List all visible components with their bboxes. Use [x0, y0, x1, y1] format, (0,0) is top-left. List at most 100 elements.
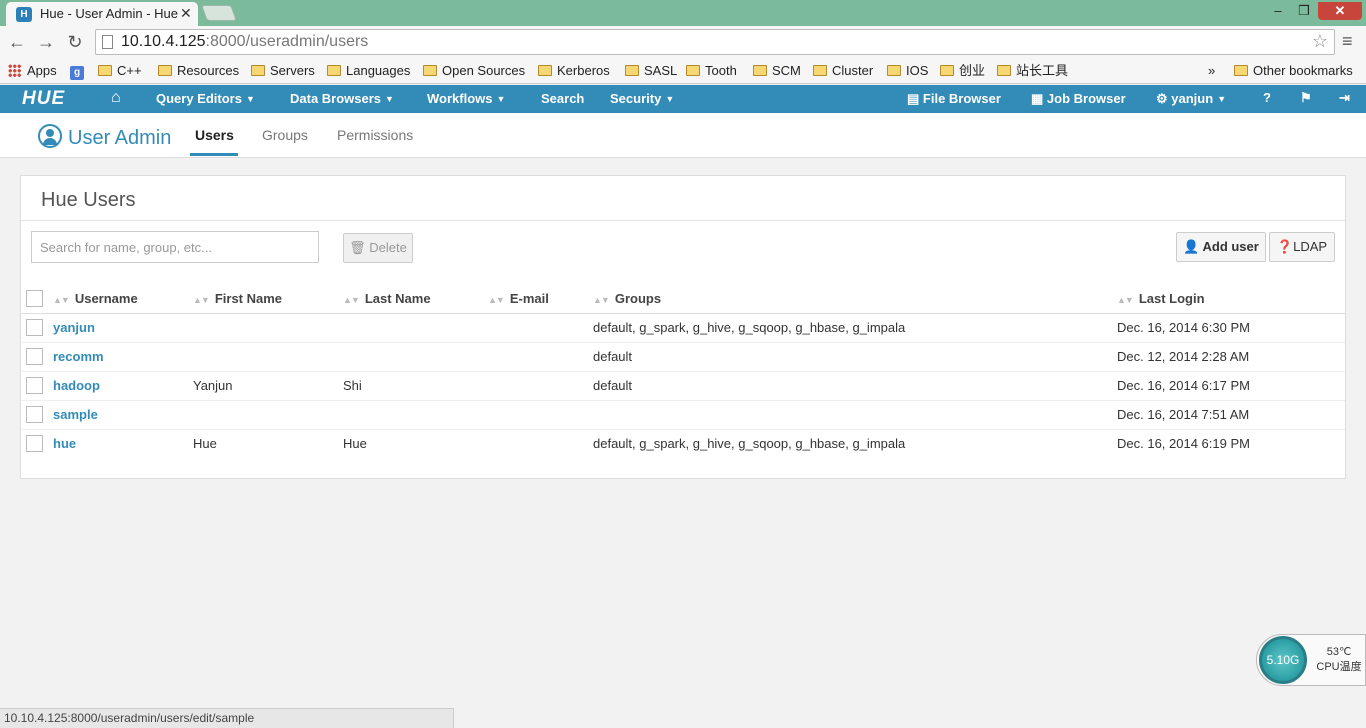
apps-grid-icon	[8, 64, 21, 77]
username-link[interactable]: recomm	[53, 349, 104, 364]
nav-query-editors[interactable]: Query Editors ▼	[156, 91, 255, 106]
ldap-button[interactable]: ❓LDAP	[1269, 232, 1335, 262]
username-link[interactable]: yanjun	[53, 320, 95, 335]
browser-menu-icon[interactable]: ≡	[1342, 31, 1353, 52]
username-link[interactable]: sample	[53, 407, 98, 422]
forward-arrow-icon[interactable]: →	[36, 32, 56, 52]
bookmark-folder-languages[interactable]: Languages	[327, 62, 410, 80]
url-text[interactable]: 10.10.4.125:8000/useradmin/users	[121, 33, 368, 51]
nav-security[interactable]: Security ▼	[610, 91, 674, 106]
folder-icon	[251, 65, 265, 76]
bookmark-apps[interactable]: Apps	[8, 62, 57, 80]
cpu-monitor-widget[interactable]: 5.10G 53℃ CPU温度	[1256, 634, 1366, 686]
tab-groups[interactable]: Groups	[262, 127, 308, 143]
row-checkbox[interactable]	[26, 377, 43, 395]
browser-status-bar: 10.10.4.125:8000/useradmin/users/edit/sa…	[0, 708, 454, 728]
username-cell: hadoop	[53, 371, 193, 401]
sort-icon: ▲▼	[193, 294, 210, 305]
nav-file-browser[interactable]: ▤ File Browser	[907, 91, 1001, 107]
add-user-label: Add user	[1202, 239, 1259, 254]
bookmark-label: Cluster	[832, 63, 874, 78]
row-checkbox[interactable]	[26, 435, 43, 453]
bookmark-folder-tooth[interactable]: Tooth	[686, 62, 737, 80]
bookmark-label: Languages	[346, 63, 411, 78]
bookmark-folder-resources[interactable]: Resources	[158, 62, 239, 80]
hue-logo[interactable]: HUE	[22, 88, 65, 110]
nav-data-browsers[interactable]: Data Browsers ▼	[290, 91, 394, 106]
delete-label: Delete	[369, 240, 407, 255]
email-cell	[488, 371, 593, 401]
browser-tab-strip: H Hue - User Admin - Hue ✕ – ❐ ✕	[0, 0, 1366, 26]
memory-gauge: 5.10G	[1259, 636, 1307, 684]
google-icon: g	[70, 66, 84, 80]
last-login-cell: Dec. 16, 2014 6:17 PM	[1117, 371, 1345, 401]
bookmark-folder-startup[interactable]: 创业	[940, 62, 985, 80]
column-header-last-login[interactable]: ▲▼ Last Login	[1117, 284, 1345, 314]
bookmark-star-icon[interactable]: ☆	[1312, 31, 1328, 52]
logout-icon[interactable]: ⇥	[1339, 90, 1350, 106]
tab-close-icon[interactable]: ✕	[180, 5, 192, 22]
row-checkbox[interactable]	[26, 348, 43, 366]
row-checkbox[interactable]	[26, 319, 43, 337]
row-checkbox[interactable]	[26, 406, 43, 424]
nav-workflows[interactable]: Workflows ▼	[427, 91, 505, 106]
bookmark-folder-kerberos[interactable]: Kerberos	[538, 62, 610, 80]
table-row: recomm default Dec. 12, 2014 2:28 AM	[21, 342, 1345, 372]
bookmark-label: 站长工具	[1016, 63, 1069, 78]
table-row: hadoop Yanjun Shi default Dec. 16, 2014 …	[21, 371, 1345, 401]
cpu-temperature: 53℃ CPU温度	[1313, 645, 1365, 675]
nav-search[interactable]: Search	[541, 91, 584, 106]
flag-icon[interactable]: ⚑	[1300, 90, 1312, 106]
divider	[21, 220, 1345, 221]
tab-users[interactable]: Users	[195, 127, 234, 143]
column-header-username[interactable]: ▲▼ Username	[53, 284, 193, 314]
reload-icon[interactable]: ↻	[65, 32, 85, 52]
browser-tab[interactable]: H Hue - User Admin - Hue ✕	[6, 2, 198, 26]
bookmark-folder-scm[interactable]: SCM	[753, 62, 801, 80]
column-label: Groups	[614, 290, 662, 306]
delete-button[interactable]: 🗑 Delete	[343, 233, 413, 263]
username-link[interactable]: hadoop	[53, 378, 100, 393]
back-arrow-icon[interactable]: ←	[7, 32, 27, 52]
chevron-down-icon: ▼	[665, 94, 675, 104]
bookmark-folder-ios[interactable]: IOS	[887, 62, 928, 80]
bookmark-label: Servers	[270, 63, 315, 78]
app-title[interactable]: User Admin	[38, 124, 171, 150]
help-icon[interactable]: ?	[1263, 90, 1271, 105]
bookmark-folder-cluster[interactable]: Cluster	[813, 62, 873, 80]
new-tab-button[interactable]	[201, 5, 237, 21]
nav-job-browser[interactable]: ▦ Job Browser	[1031, 91, 1126, 107]
column-header-last-name[interactable]: ▲▼ Last Name	[343, 284, 488, 314]
bookmark-google[interactable]: g	[70, 62, 84, 80]
gear-icon: ⚙	[1156, 91, 1172, 106]
bookmark-folder-webmaster-tools[interactable]: 站长工具	[997, 62, 1068, 80]
select-all-checkbox[interactable]	[26, 289, 43, 307]
tab-permissions[interactable]: Permissions	[337, 127, 413, 143]
nav-label: Query Editors	[156, 91, 242, 106]
list-icon: ▦	[1031, 91, 1047, 106]
add-user-button[interactable]: 👤 Add user	[1176, 232, 1266, 262]
bookmark-folder-sasl[interactable]: SASL	[625, 62, 677, 80]
row-checkbox-cell	[21, 429, 53, 458]
last-name-cell: Hue	[343, 436, 367, 452]
address-bar[interactable]: 10.10.4.125:8000/useradmin/users ☆	[95, 29, 1335, 55]
bookmark-folder-servers[interactable]: Servers	[251, 62, 315, 80]
window-close-button[interactable]: ✕	[1318, 2, 1362, 20]
bookmark-folder-other[interactable]: Other bookmarks	[1234, 62, 1353, 80]
url-path: :8000/useradmin/users	[205, 33, 369, 50]
column-header-groups[interactable]: ▲▼ Groups	[593, 284, 1117, 314]
hue-users-card: Hue Users 🗑 Delete 👤 Add user ❓LDAP ▲▼ Us…	[20, 175, 1346, 479]
window-minimize-button[interactable]: –	[1268, 2, 1288, 20]
window-restore-button[interactable]: ❐	[1294, 2, 1314, 20]
folder-icon	[997, 65, 1011, 76]
nav-user-menu[interactable]: ⚙ yanjun ▼	[1156, 91, 1226, 107]
username-link[interactable]: hue	[53, 436, 76, 451]
bookmark-folder-open-sources[interactable]: Open Sources	[423, 62, 525, 80]
bookmark-folder-cpp[interactable]: C++	[98, 62, 142, 80]
bookmarks-overflow-button[interactable]: »	[1208, 62, 1215, 80]
column-header-first-name[interactable]: ▲▼ First Name	[193, 284, 343, 314]
folder-icon	[158, 65, 172, 76]
search-input[interactable]	[31, 231, 319, 263]
home-icon[interactable]: ⌂	[111, 89, 121, 107]
column-header-email[interactable]: ▲▼ E-mail	[488, 284, 593, 314]
